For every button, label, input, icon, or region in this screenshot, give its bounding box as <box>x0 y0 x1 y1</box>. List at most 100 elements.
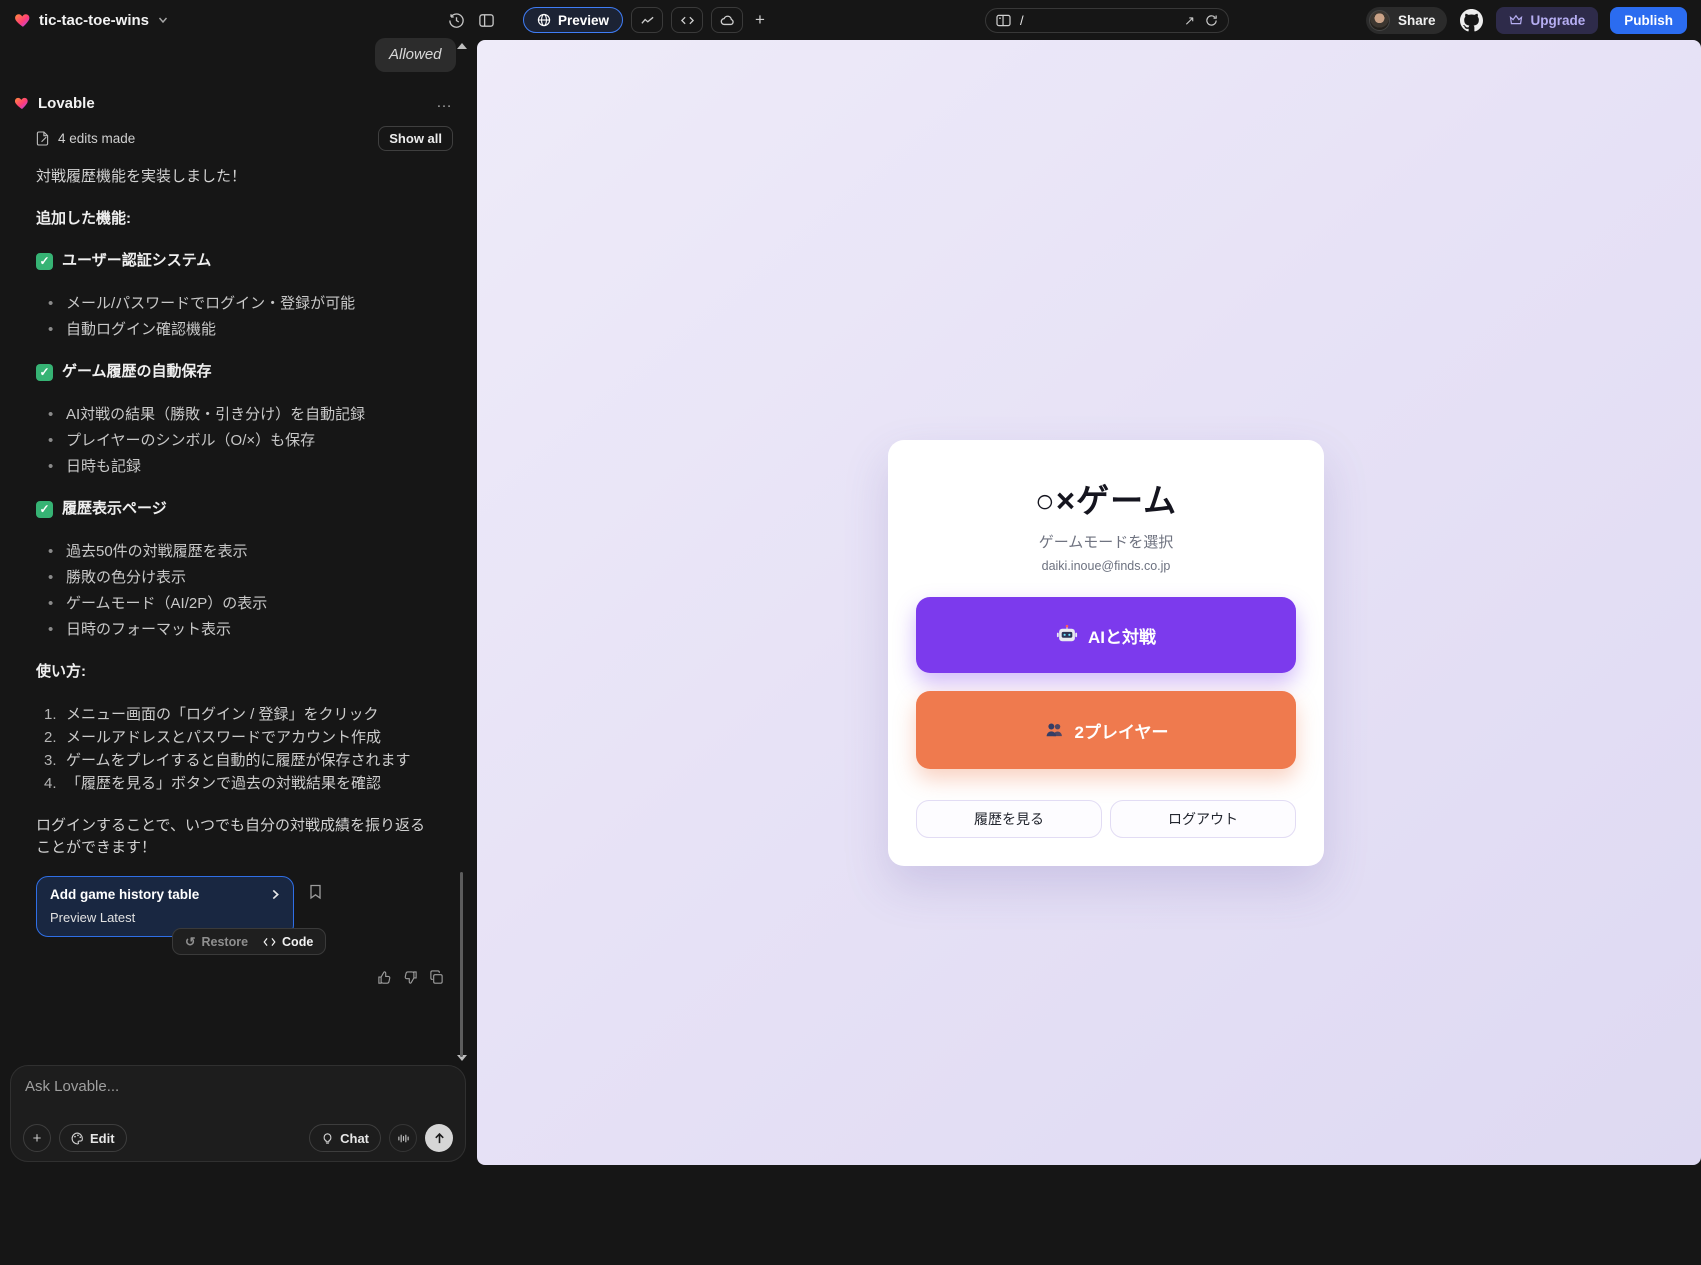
app-preview-pane: ○×ゲーム ゲームモードを選択 daiki.inoue@finds.co.jp … <box>477 40 1701 1165</box>
chat-mode-label: Chat <box>340 1130 369 1146</box>
section-title-text: 履歴表示ページ <box>62 500 167 517</box>
two-player-button[interactable]: 2プレイヤー <box>916 691 1296 769</box>
message-feedback <box>377 970 444 988</box>
view-code-button[interactable]: Code <box>263 935 313 949</box>
send-button[interactable] <box>425 1124 453 1152</box>
version-card-header: Add game history table <box>50 887 281 902</box>
open-external-icon[interactable]: ↗ <box>1184 13 1195 29</box>
thumbs-up-button[interactable] <box>377 970 392 988</box>
code-label: Code <box>282 934 314 949</box>
check-icon: ✓ <box>36 252 53 270</box>
voice-input-button[interactable] <box>389 1124 417 1152</box>
publish-button[interactable]: Publish <box>1610 6 1687 34</box>
thumbs-down-icon <box>404 971 417 984</box>
game-title: ○×ゲーム <box>1034 482 1178 519</box>
copy-button[interactable] <box>429 970 444 988</box>
globe-icon <box>537 13 551 27</box>
composer-toolbar: + Edit Chat <box>23 1124 453 1152</box>
bullet-list: メール/パスワードでログイン・登録が可能 自動ログイン確認機能 <box>36 291 436 343</box>
github-button[interactable] <box>1459 8 1484 33</box>
two-players-icon <box>1046 723 1062 736</box>
section-title-text: ユーザー認証システム <box>62 252 212 269</box>
topbar-actions: Share Upgrade Publish <box>1365 0 1687 40</box>
bookmark-button[interactable] <box>309 884 322 903</box>
upgrade-button[interactable]: Upgrade <box>1496 6 1599 34</box>
bookmark-icon <box>310 884 321 900</box>
allowed-badge: Allowed <box>375 38 456 72</box>
composer: + Edit Chat <box>10 1065 466 1162</box>
restore-button[interactable]: ↺ Restore <box>185 934 249 950</box>
bullet-list: 過去50件の対戦履歴を表示 勝敗の色分け表示 ゲームモード（AI/2P）の表示 … <box>36 539 436 643</box>
upgrade-label: Upgrade <box>1530 12 1586 28</box>
topbar-utility-icons <box>448 0 495 40</box>
url-path[interactable]: / <box>1020 13 1175 28</box>
edit-mode-label: Edit <box>90 1130 115 1146</box>
step-item: メールアドレスとパスワードでアカウント作成 <box>44 726 382 749</box>
undo-icon: ↺ <box>185 935 196 949</box>
device-columns-icon <box>996 14 1011 27</box>
list-item: 自動ログイン確認機能 <box>36 317 436 343</box>
refresh-icon[interactable] <box>1205 14 1218 27</box>
code-view-button[interactable] <box>671 7 704 33</box>
panel-toggle-icon[interactable] <box>478 12 495 29</box>
user-avatar <box>1368 9 1390 31</box>
palette-icon <box>71 1132 83 1144</box>
cloud-button[interactable] <box>711 7 744 33</box>
logout-button[interactable]: ログアウト <box>1110 800 1296 838</box>
edit-mode-button[interactable]: Edit <box>59 1124 127 1152</box>
list-item: 勝敗の色分け表示 <box>36 565 436 591</box>
usage-steps: メニュー画面の「ログイン / 登録」をクリック メールアドレスとパスワードでアカ… <box>36 703 436 795</box>
list-item: 日時も記録 <box>36 454 436 480</box>
version-card-title: Add game history table <box>50 887 200 902</box>
chat-input[interactable] <box>25 1078 453 1095</box>
project-menu[interactable]: tic-tac-toe-wins <box>14 0 168 40</box>
attach-button[interactable]: + <box>23 1124 51 1152</box>
thumbs-down-button[interactable] <box>403 970 418 988</box>
lovable-logo-icon <box>14 97 28 109</box>
preview-url-bar[interactable]: / ↗ <box>985 8 1229 33</box>
section-title: ✓ ゲーム履歴の自動保存 <box>36 361 436 383</box>
lightbulb-icon <box>323 1132 332 1144</box>
agent-name: Lovable <box>38 94 95 112</box>
assistant-message: 対戦履歴機能を実装しました！ 追加した機能: ✓ ユーザー認証システム メール/… <box>36 166 436 879</box>
analytics-button[interactable] <box>631 7 664 33</box>
features-heading: 追加した機能: <box>36 210 131 227</box>
preview-tab[interactable]: Preview <box>523 7 624 33</box>
step-item: メニュー画面の「ログイン / 登録」をクリック <box>44 703 379 726</box>
chat-scrollbar[interactable] <box>460 872 463 1057</box>
restore-label: Restore <box>201 934 249 949</box>
message-menu-button[interactable]: … <box>436 94 453 112</box>
section-title: ✓ ユーザー認証システム <box>36 250 436 272</box>
bullet-list: AI対戦の結果（勝敗・引き分け）を自動記録 プレイヤーのシンボル（O/×）も保存… <box>36 402 436 480</box>
chat-mode-button[interactable]: Chat <box>309 1124 381 1152</box>
scroll-up-icon[interactable] <box>457 43 467 49</box>
project-name: tic-tac-toe-wins <box>39 11 150 29</box>
list-item: プレイヤーのシンボル（O/×）も保存 <box>36 428 436 454</box>
two-player-label: 2プレイヤー <box>1074 722 1169 742</box>
view-history-button[interactable]: 履歴を見る <box>916 800 1102 838</box>
play-vs-ai-button[interactable]: AIと対戦 <box>916 597 1296 673</box>
code-icon <box>680 16 694 24</box>
message-outro: ログインすることで、いつでも自分の対戦成績を振り返ることができます！ <box>36 817 425 856</box>
mode-switcher: Preview + <box>523 0 769 40</box>
version-card-status: Preview Latest <box>50 910 136 925</box>
section-title: ✓ 履歴表示ページ <box>36 498 436 520</box>
list-item: メール/パスワードでログイン・登録が可能 <box>36 291 436 317</box>
history-icon[interactable] <box>448 12 465 29</box>
step-item: ゲームをプレイすると自動的に履歴が保存されます <box>44 749 411 772</box>
github-icon <box>1460 8 1484 31</box>
analytics-icon <box>640 16 654 24</box>
share-button[interactable]: Share <box>1365 6 1448 34</box>
list-item: ゲームモード（AI/2P）の表示 <box>36 591 436 617</box>
agent-header: Lovable … <box>14 92 453 114</box>
chat-sidebar: Allowed Lovable … 4 edits made Show all … <box>0 38 477 1265</box>
topbar: tic-tac-toe-wins Preview + / ↗ Share Upg… <box>0 0 1701 40</box>
list-item: 日時のフォーマット表示 <box>36 617 436 643</box>
game-menu-card: ○×ゲーム ゲームモードを選択 daiki.inoue@finds.co.jp … <box>888 440 1324 866</box>
user-email: daiki.inoue@finds.co.jp <box>1041 559 1171 573</box>
section-title-text: ゲーム履歴の自動保存 <box>62 363 212 380</box>
list-item: 過去50件の対戦履歴を表示 <box>36 539 436 565</box>
add-tab-button[interactable]: + <box>751 10 769 30</box>
show-all-button[interactable]: Show all <box>378 125 453 151</box>
chevron-right-icon <box>272 889 279 900</box>
